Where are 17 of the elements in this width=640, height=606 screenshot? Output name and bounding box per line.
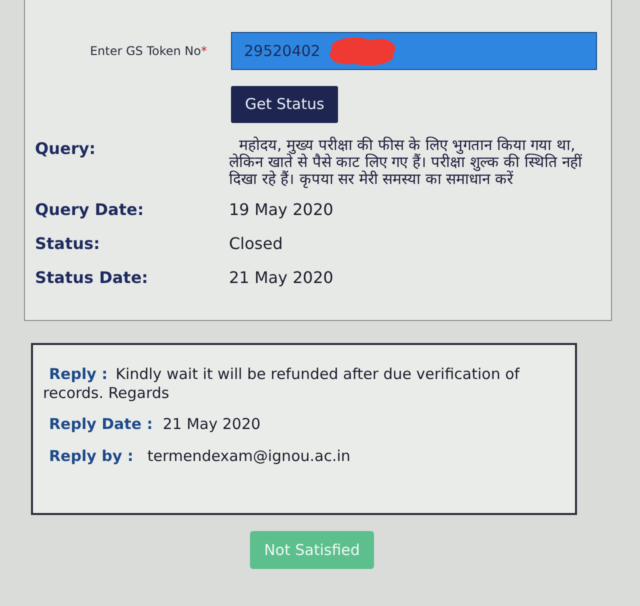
reply-text: Reply : Kindly wait it will be refunded after due verification of records. Regards xyxy=(43,364,521,402)
reply-email: termendexam@ignou.ac.in xyxy=(147,446,350,467)
query-text: महोदय, मुख्य परीक्षा की फीस के लिए भुगतान किया गया था, लेकिन खाते से पैसे काट लिए गए हैं। परीक्षा शुल्क की स्थिति नहीं दिखा रहे हैं। कृपया सर मेरी समस्या का समाधान करें xyxy=(229,136,584,188)
get-status-button[interactable]: Get Status xyxy=(231,86,338,122)
not-satisfied-button[interactable]: Not Satisfied xyxy=(250,530,374,569)
detail-value: 19 May 2020 xyxy=(229,198,334,220)
reply-date-label: Reply Date : xyxy=(49,414,153,434)
detail-value: Closed xyxy=(229,232,283,254)
detail-label: Query Date: xyxy=(34,198,145,220)
detail-label: Query: xyxy=(34,138,97,160)
reply-by-label: Reply by : xyxy=(49,446,134,467)
detail-label: Status: xyxy=(34,232,101,254)
detail-value: 21 May 2020 xyxy=(229,266,334,288)
field-label: Enter GS Token No* xyxy=(88,43,208,60)
token-input-field[interactable]: 29520402 xyxy=(231,32,597,70)
reply-date: 21 May 2020 xyxy=(162,414,261,434)
detail-label: Status Date: xyxy=(34,266,150,288)
